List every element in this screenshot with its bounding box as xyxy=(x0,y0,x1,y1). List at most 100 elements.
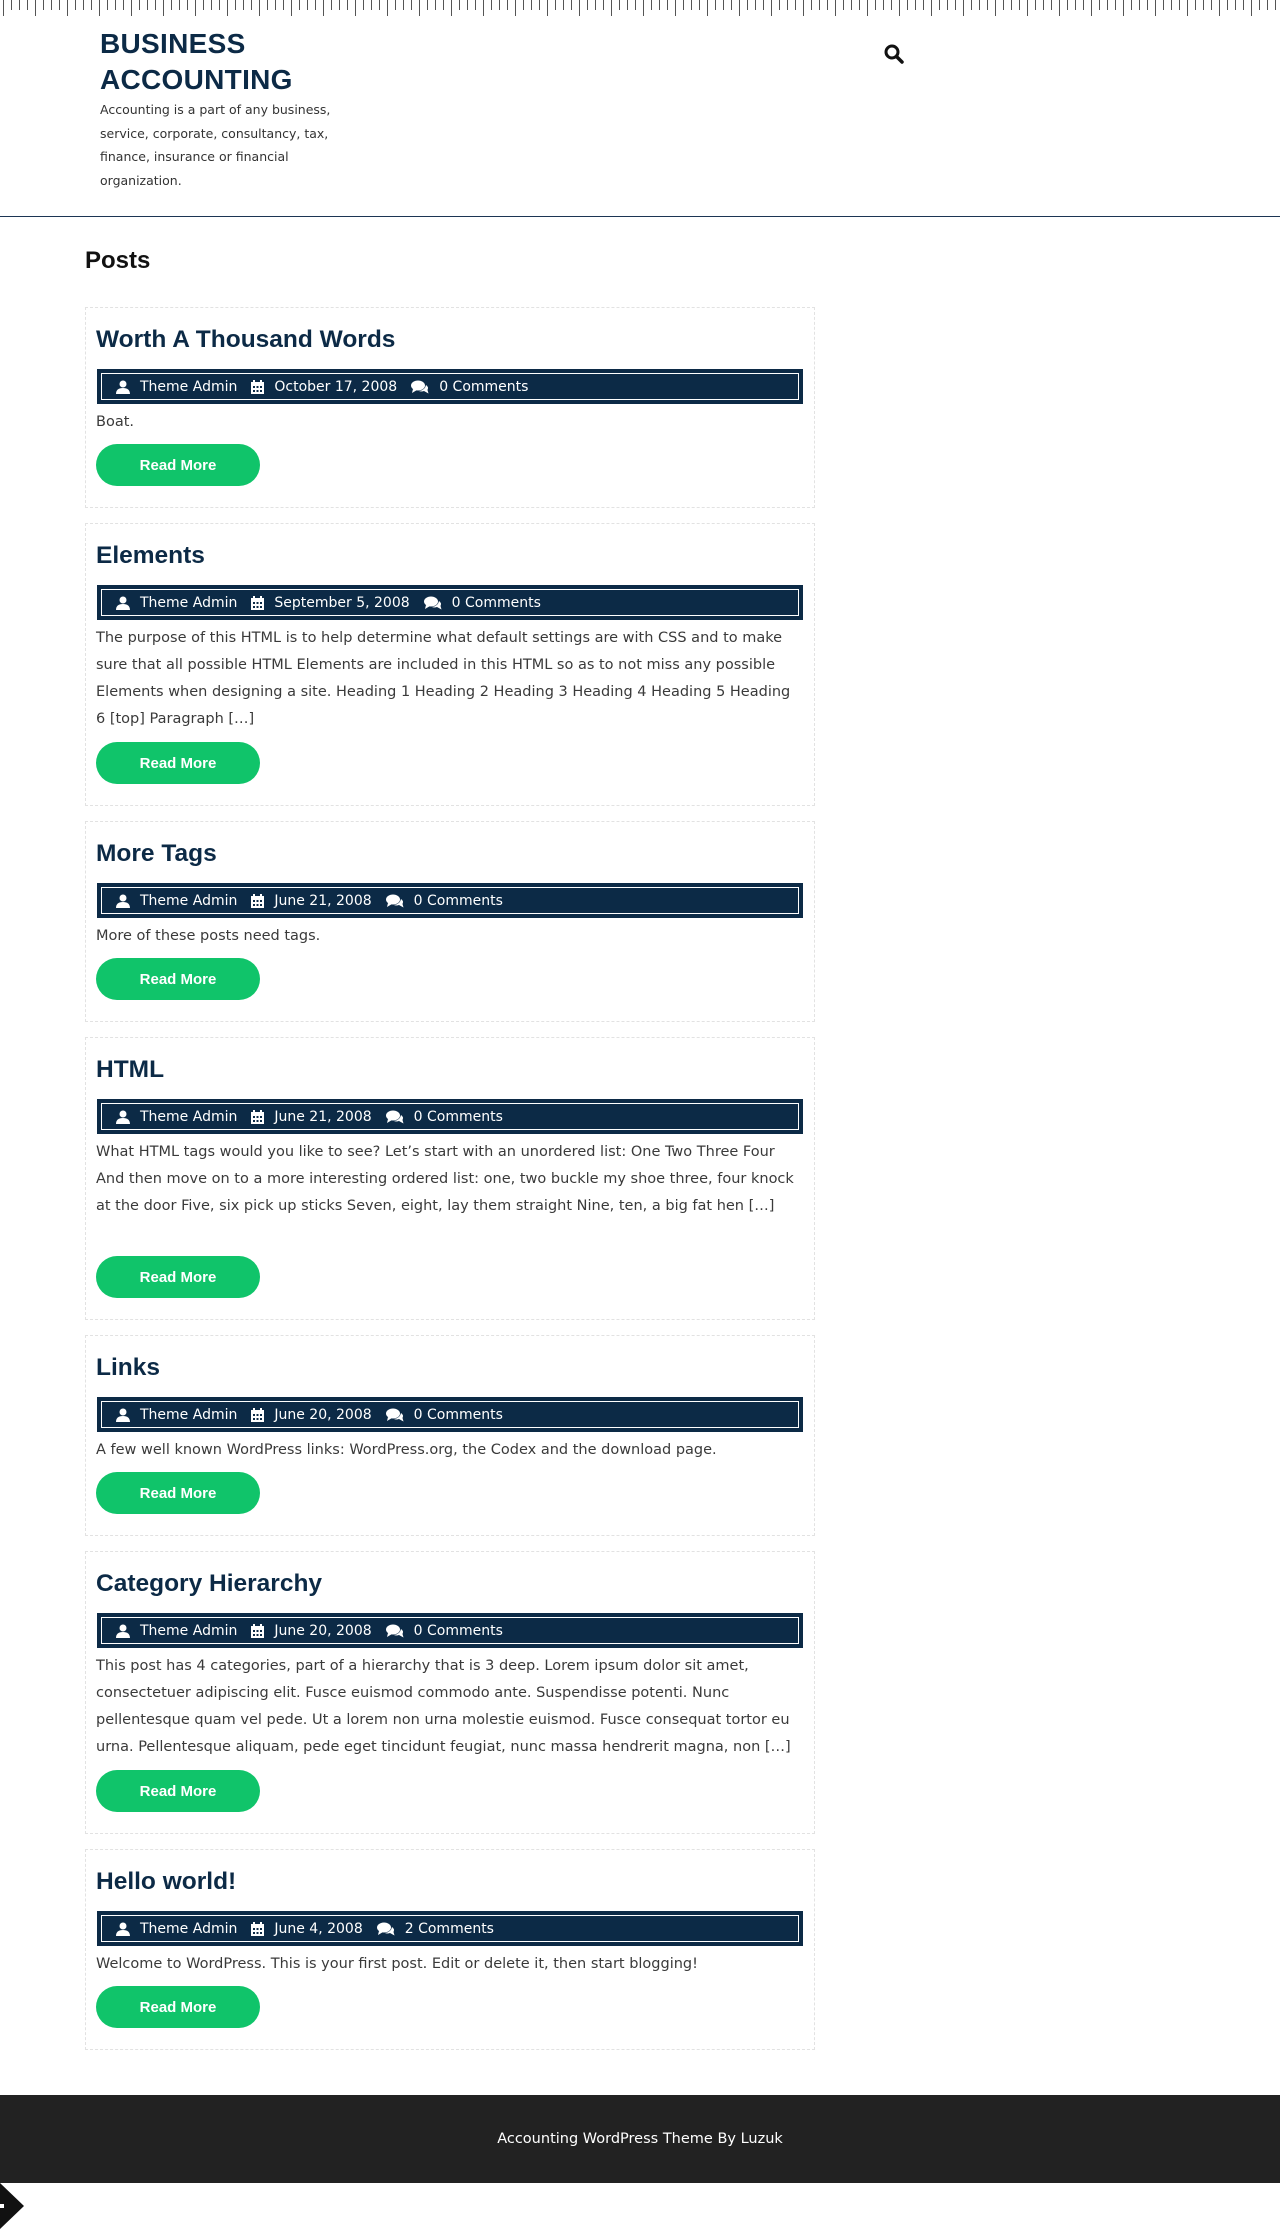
post-date-text: June 4, 2008 xyxy=(274,1920,363,1937)
post-comments[interactable]: 2 Comments xyxy=(376,1920,494,1937)
user-icon xyxy=(116,596,130,610)
post-card: Links Theme Admin June 20, 2008 0 Commen… xyxy=(85,1335,815,1536)
calendar-icon xyxy=(251,1921,265,1936)
read-more-button[interactable]: Read More xyxy=(96,958,260,1000)
post-excerpt: The purpose of this HTML is to help dete… xyxy=(96,630,791,727)
calendar-icon xyxy=(251,379,265,394)
post-comments[interactable]: 0 Comments xyxy=(385,1622,503,1639)
calendar-icon xyxy=(251,1623,265,1638)
post-author[interactable]: Theme Admin xyxy=(116,1623,237,1639)
site-footer: Accounting WordPress Theme By Luzuk xyxy=(0,2095,1280,2183)
read-more-button[interactable]: Read More xyxy=(96,1256,260,1298)
post-comments-count: 0 Comments xyxy=(413,1108,503,1125)
calendar-icon xyxy=(251,1407,265,1422)
read-more-button[interactable]: Read More xyxy=(96,1986,260,2028)
search-icon[interactable] xyxy=(882,42,906,66)
post-author-name: Theme Admin xyxy=(140,1406,238,1423)
read-more-button[interactable]: Read More xyxy=(96,1770,260,1812)
post-author-name: Theme Admin xyxy=(140,1920,238,1937)
post-date[interactable]: June 21, 2008 xyxy=(251,1108,372,1125)
post-author[interactable]: Theme Admin xyxy=(116,379,237,395)
post-card: HTML Theme Admin June 21, 2008 0 Comment… xyxy=(85,1037,815,1320)
post-date[interactable]: June 20, 2008 xyxy=(251,1406,372,1423)
post-meta: Theme Admin June 20, 2008 0 Comments xyxy=(97,1397,803,1432)
post-date[interactable]: October 17, 2008 xyxy=(251,379,397,395)
post-comments-count: 0 Comments xyxy=(413,1406,503,1423)
post-date[interactable]: June 21, 2008 xyxy=(251,892,372,909)
post-date-text: June 20, 2008 xyxy=(274,1406,372,1423)
post-excerpt: Boat. xyxy=(96,414,134,430)
post-date[interactable]: June 20, 2008 xyxy=(251,1623,372,1639)
read-more-button[interactable]: Read More xyxy=(96,742,260,784)
post-author-name: Theme Admin xyxy=(140,594,238,611)
post-comments[interactable]: 0 Comments xyxy=(411,379,528,395)
post-author-name: Theme Admin xyxy=(140,892,238,909)
post-meta: Theme Admin September 5, 2008 0 Comments xyxy=(97,585,803,620)
post-date[interactable]: September 5, 2008 xyxy=(251,594,410,611)
post-comments-count: 0 Comments xyxy=(413,1622,503,1639)
scroll-to-top-icon[interactable] xyxy=(0,2183,30,2229)
post-excerpt: Welcome to WordPress. This is your first… xyxy=(96,1956,698,1972)
post-comments-count: 0 Comments xyxy=(451,594,541,611)
post-title[interactable]: Links xyxy=(96,1354,160,1382)
post-date-text: June 21, 2008 xyxy=(274,1108,372,1125)
post-author[interactable]: Theme Admin xyxy=(116,893,237,909)
user-icon xyxy=(116,1624,130,1638)
post-title[interactable]: Category Hierarchy xyxy=(96,1570,322,1598)
post-title[interactable]: More Tags xyxy=(96,840,217,868)
post-author-name: Theme Admin xyxy=(140,378,238,395)
post-title[interactable]: Hello world! xyxy=(96,1868,236,1896)
read-more-button[interactable]: Read More xyxy=(96,1472,260,1514)
comments-icon xyxy=(385,894,404,907)
comments-icon xyxy=(385,1110,404,1123)
post-card: Category Hierarchy Theme Admin June 20, … xyxy=(85,1551,815,1834)
footer-credit[interactable]: Accounting WordPress Theme By Luzuk xyxy=(0,2095,1280,2183)
calendar-icon xyxy=(251,1109,265,1124)
site-header: BUSINESS ACCOUNTING Accounting is a part… xyxy=(0,0,1280,217)
user-icon xyxy=(116,380,130,394)
post-date[interactable]: June 4, 2008 xyxy=(251,1920,363,1937)
post-author[interactable]: Theme Admin xyxy=(116,595,237,611)
read-more-button[interactable]: Read More xyxy=(96,444,260,486)
post-card: Elements Theme Admin September 5, 2008 0… xyxy=(85,523,815,806)
post-comments[interactable]: 0 Comments xyxy=(423,594,541,611)
site-description: Accounting is a part of any business, se… xyxy=(100,102,331,188)
post-comments-count: 2 Comments xyxy=(404,1920,494,1937)
site-title[interactable]: BUSINESS ACCOUNTING xyxy=(100,26,360,98)
post-comments[interactable]: 0 Comments xyxy=(385,892,503,909)
comments-icon xyxy=(376,1922,395,1935)
post-card: Hello world! Theme Admin June 4, 2008 2 … xyxy=(85,1849,815,2050)
post-author[interactable]: Theme Admin xyxy=(116,1407,237,1423)
post-author-name: Theme Admin xyxy=(140,1108,238,1125)
comments-icon xyxy=(423,596,442,609)
page-title: Posts xyxy=(85,247,151,274)
post-meta: Theme Admin June 4, 2008 2 Comments xyxy=(97,1911,803,1946)
comments-icon xyxy=(385,1408,404,1421)
post-excerpt: A few well known WordPress links: WordPr… xyxy=(96,1442,717,1458)
post-excerpt: This post has 4 categories, part of a hi… xyxy=(96,1658,791,1755)
user-icon xyxy=(116,1110,130,1124)
post-title[interactable]: HTML xyxy=(96,1056,164,1084)
post-title[interactable]: Elements xyxy=(96,542,205,570)
post-author[interactable]: Theme Admin xyxy=(116,1109,237,1125)
post-date-text: September 5, 2008 xyxy=(274,594,410,611)
post-meta: Theme Admin June 20, 2008 0 Comments xyxy=(97,1613,803,1648)
comments-icon xyxy=(411,380,429,393)
post-excerpt: What HTML tags would you like to see? Le… xyxy=(96,1144,794,1214)
post-card: More Tags Theme Admin June 21, 2008 0 Co… xyxy=(85,821,815,1022)
user-icon xyxy=(116,1922,130,1936)
post-comments-count: 0 Comments xyxy=(439,378,529,395)
post-meta: Theme Admin October 17, 2008 0 Comments xyxy=(97,369,803,404)
calendar-icon xyxy=(251,595,265,610)
post-meta: Theme Admin June 21, 2008 0 Comments xyxy=(97,1099,803,1134)
comments-icon xyxy=(385,1624,404,1637)
post-date-text: June 21, 2008 xyxy=(274,892,372,909)
post-title[interactable]: Worth A Thousand Words xyxy=(96,326,395,354)
post-comments[interactable]: 0 Comments xyxy=(385,1406,503,1423)
post-card: Worth A Thousand Words Theme Admin Octob… xyxy=(85,307,815,508)
post-date-text: October 17, 2008 xyxy=(274,378,398,395)
post-comments-count: 0 Comments xyxy=(413,892,503,909)
post-comments[interactable]: 0 Comments xyxy=(385,1108,503,1125)
post-author-name: Theme Admin xyxy=(140,1622,238,1639)
post-author[interactable]: Theme Admin xyxy=(116,1921,237,1937)
